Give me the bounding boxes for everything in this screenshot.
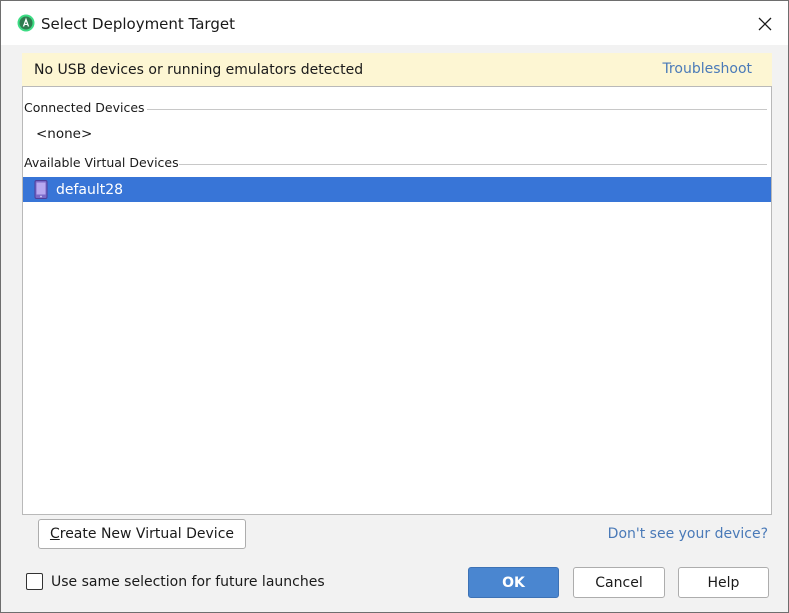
- cancel-button[interactable]: Cancel: [573, 567, 665, 598]
- banner-message: No USB devices or running emulators dete…: [34, 62, 364, 78]
- dont-see-device-link[interactable]: Don't see your device?: [608, 526, 768, 542]
- title-bar: Select Deployment Target: [1, 1, 788, 45]
- close-button[interactable]: [750, 9, 780, 39]
- deployment-target-dialog: Select Deployment Target No USB devices …: [0, 0, 789, 613]
- android-studio-icon: [17, 14, 35, 32]
- connected-devices-header: Connected Devices: [23, 100, 771, 118]
- create-button-label: Create New Virtual Device: [49, 526, 235, 542]
- close-icon: [758, 17, 772, 31]
- available-devices-header: Available Virtual Devices: [23, 155, 771, 173]
- same-selection-checkbox[interactable]: [26, 573, 43, 590]
- create-new-virtual-device-button[interactable]: Create New Virtual Device: [38, 519, 246, 549]
- device-row-default28[interactable]: default28: [23, 177, 771, 202]
- troubleshoot-link[interactable]: Troubleshoot: [662, 61, 752, 77]
- help-button[interactable]: Help: [678, 567, 769, 598]
- available-devices-label: Available Virtual Devices: [24, 155, 185, 170]
- device-name: default28: [56, 182, 124, 198]
- phone-icon: [34, 180, 48, 199]
- dialog-title: Select Deployment Target: [41, 15, 235, 33]
- ok-button[interactable]: OK: [468, 567, 559, 598]
- section-divider: [179, 164, 767, 165]
- no-connected-devices-text: <none>: [36, 126, 93, 142]
- same-selection-label: Use same selection for future launches: [51, 574, 325, 590]
- connected-devices-label: Connected Devices: [24, 100, 151, 115]
- no-devices-banner: No USB devices or running emulators dete…: [22, 53, 772, 86]
- device-list[interactable]: Connected Devices <none> Available Virtu…: [22, 86, 772, 515]
- section-divider: [147, 109, 767, 110]
